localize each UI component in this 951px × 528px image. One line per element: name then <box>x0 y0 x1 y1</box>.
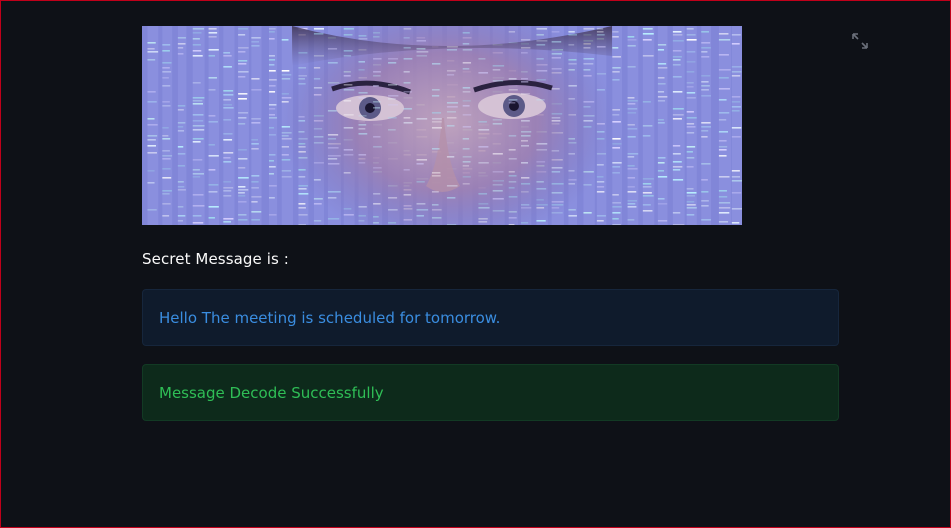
decoded-message-text: Hello The meeting is scheduled for tomor… <box>159 308 501 327</box>
dna-face-illustration <box>142 26 742 225</box>
decode-success-alert: Message Decode Successfully <box>142 364 839 421</box>
secret-message-label: Secret Message is : <box>142 250 289 268</box>
decoded-message-alert: Hello The meeting is scheduled for tomor… <box>142 289 839 346</box>
app-window: Secret Message is : Hello The meeting is… <box>0 0 951 528</box>
dna-face-image <box>142 26 742 225</box>
fullscreen-expand-icon[interactable] <box>851 32 869 50</box>
decode-success-text: Message Decode Successfully <box>159 383 384 402</box>
